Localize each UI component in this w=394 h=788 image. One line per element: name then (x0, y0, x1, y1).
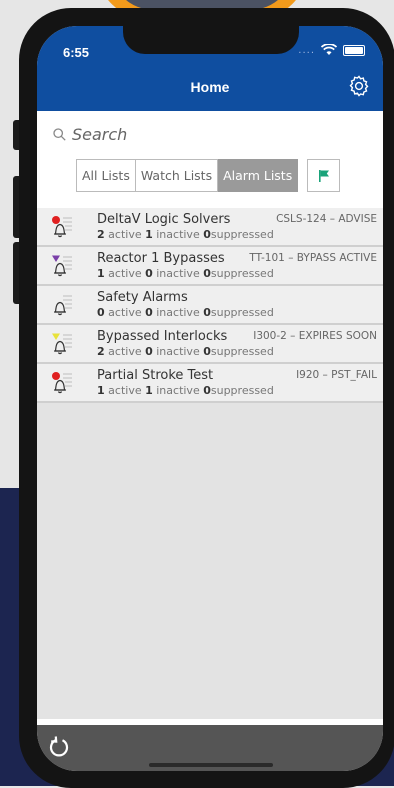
active-label: active (108, 267, 142, 280)
alarm-list-row[interactable]: Partial Stroke Test I920 – PST_FAIL 1 acti… (37, 364, 383, 403)
status-icons: .... (298, 44, 365, 56)
status-time: 6:55 (63, 45, 90, 60)
active-label: active (108, 228, 142, 241)
active-count: 1 (97, 384, 105, 397)
alarm-list-name: Bypassed Interlocks (97, 329, 228, 344)
refresh-icon[interactable] (47, 735, 71, 759)
battery-icon (343, 44, 365, 56)
wifi-icon (321, 44, 337, 55)
search-placeholder: Search (72, 125, 128, 144)
alarm-list-row[interactable]: Safety Alarms 0 active 0 inactive 0suppre… (37, 286, 383, 325)
alarm-bell-icon (52, 255, 72, 277)
alarm-list-status: CSLS-124 – ADVISE (276, 213, 377, 225)
tab-watch-lists[interactable]: Watch Lists (135, 159, 219, 192)
alarm-bell-icon (52, 372, 72, 394)
suppressed-label: suppressed (210, 384, 274, 397)
inactive-count: 1 (145, 384, 153, 397)
alarm-list-name: Reactor 1 Bypasses (97, 251, 225, 266)
alarm-list-row[interactable]: Bypassed Interlocks I300-2 – EXPIRES SOON… (37, 325, 383, 364)
volume-up-button (13, 176, 19, 238)
active-label: active (108, 384, 142, 397)
bottom-toolbar (37, 725, 383, 771)
inactive-label: inactive (156, 306, 200, 319)
alarm-counts: 1 active 0 inactive 0suppressed (97, 267, 274, 280)
inactive-label: inactive (156, 228, 200, 241)
notch (123, 26, 299, 54)
suppressed-label: suppressed (210, 228, 274, 241)
tab-all-lists[interactable]: All Lists (76, 159, 136, 192)
alarm-list: DeltaV Logic Solvers CSLS-124 – ADVISE 2 a… (37, 208, 383, 403)
alarm-list-status: TT-101 – BYPASS ACTIVE (249, 252, 377, 264)
inactive-count: 1 (145, 228, 153, 241)
list-type-segmented-control: All Lists Watch Lists Alarm Lists (76, 159, 299, 192)
volume-down-button (13, 242, 19, 304)
alarm-counts: 1 active 1 inactive 0suppressed (97, 384, 274, 397)
search-field[interactable]: Search (53, 125, 127, 144)
inactive-label: inactive (156, 345, 200, 358)
alarm-list-status: I920 – PST_FAIL (296, 369, 377, 381)
active-count: 0 (97, 306, 105, 319)
active-count: 2 (97, 228, 105, 241)
alarm-bell-icon (54, 295, 72, 316)
signal-dots: .... (298, 44, 315, 56)
active-count: 2 (97, 345, 105, 358)
inactive-label: inactive (156, 267, 200, 280)
suppressed-count: 0 (203, 345, 211, 358)
alarm-counts: 2 active 0 inactive 0suppressed (97, 345, 274, 358)
active-label: active (108, 306, 142, 319)
flag-filter-button[interactable] (307, 159, 340, 192)
page-title: Home (190, 79, 230, 95)
suppressed-count: 0 (203, 306, 211, 319)
alarm-list-name: Safety Alarms (97, 290, 188, 305)
alarm-counts: 0 active 0 inactive 0suppressed (97, 306, 274, 319)
alarm-list-status: I300-2 – EXPIRES SOON (253, 330, 377, 342)
gear-icon[interactable] (347, 74, 371, 98)
active-count: 1 (97, 267, 105, 280)
alarm-bell-icon (52, 216, 72, 238)
inactive-count: 0 (145, 306, 153, 319)
mute-switch (13, 120, 19, 150)
search-icon (53, 128, 66, 141)
alarm-counts: 2 active 1 inactive 0suppressed (97, 228, 274, 241)
suppressed-label: suppressed (210, 267, 274, 280)
suppressed-count: 0 (203, 267, 211, 280)
inactive-count: 0 (145, 267, 153, 280)
app-screen: 6:55 .... Home Search All Lists Watch Li… (37, 26, 383, 771)
active-label: active (108, 345, 142, 358)
alarm-list-row[interactable]: DeltaV Logic Solvers CSLS-124 – ADVISE 2 a… (37, 208, 383, 247)
alarm-list-name: DeltaV Logic Solvers (97, 212, 231, 227)
suppressed-count: 0 (203, 384, 211, 397)
suppressed-label: suppressed (210, 306, 274, 319)
inactive-count: 0 (145, 345, 153, 358)
suppressed-count: 0 (203, 228, 211, 241)
alarm-list-row[interactable]: Reactor 1 Bypasses TT-101 – BYPASS ACTIVE… (37, 247, 383, 286)
flag-icon (318, 169, 329, 182)
home-indicator (149, 763, 273, 767)
tab-alarm-lists[interactable]: Alarm Lists (218, 159, 299, 192)
alarm-bell-icon (52, 333, 72, 355)
inactive-label: inactive (156, 384, 200, 397)
suppressed-label: suppressed (210, 345, 274, 358)
alarm-list-name: Partial Stroke Test (97, 368, 214, 383)
